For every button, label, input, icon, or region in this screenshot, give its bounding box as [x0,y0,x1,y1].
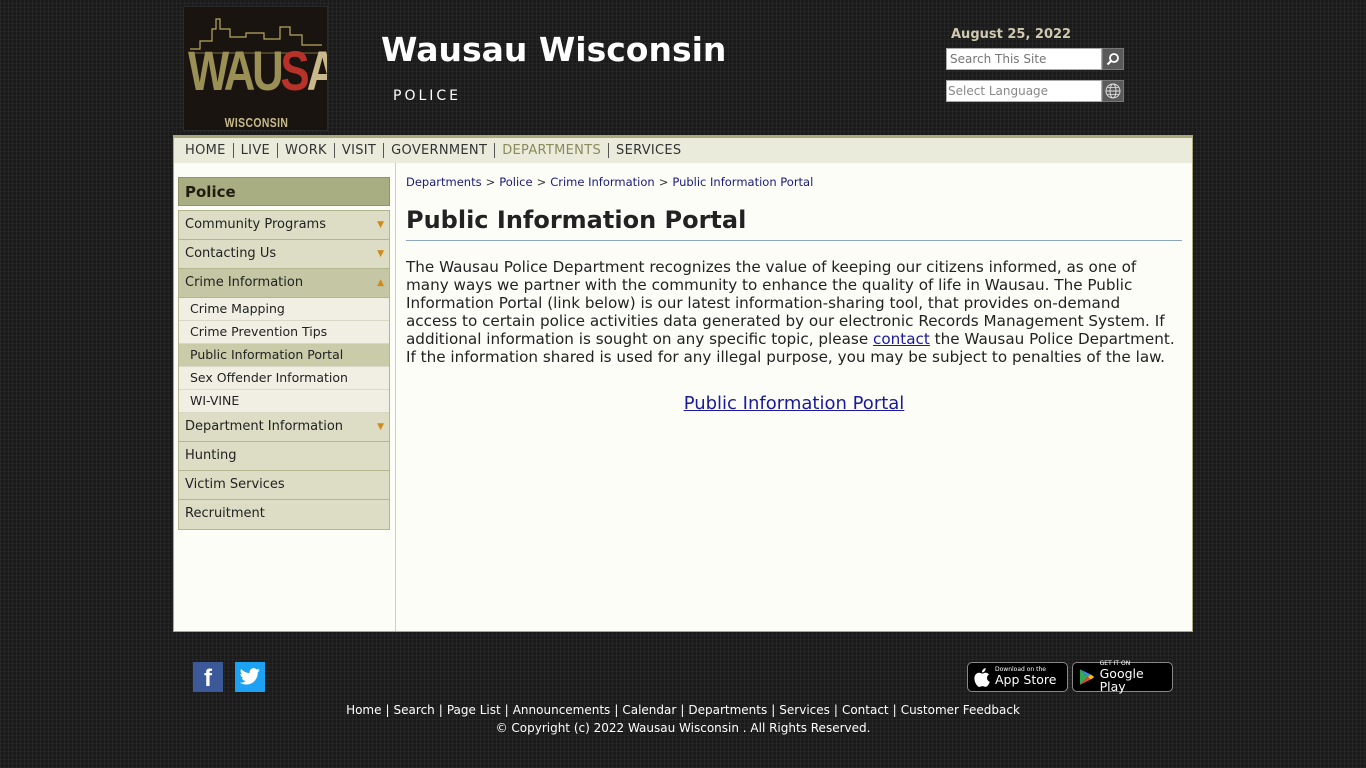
site-subtitle: POLICE [393,88,462,104]
nav-work[interactable]: WORK [278,143,335,158]
sidebar-subitem-crime-prevention-tips[interactable]: Crime Prevention Tips [179,321,389,344]
sidebar-subitem-crime-mapping[interactable]: Crime Mapping [179,298,389,321]
google-play-big-text: Google Play [1099,666,1144,694]
language-button[interactable] [1102,80,1124,102]
footer-link-departments[interactable]: Departments [688,703,767,717]
breadcrumb-crime-information[interactable]: Crime Information [550,175,654,189]
facebook-icon: f [204,665,212,692]
footer-links: Home | Search | Page List | Announcements | Cale… [346,703,1020,717]
chevron-up-icon[interactable]: ▲ [377,278,384,288]
nav-live[interactable]: LIVE [234,143,279,158]
sidebar-item-label: Department Information [185,419,344,434]
copyright-text: © Copyright (c) 2022 Wausau Wisconsin . … [495,721,871,735]
contact-link[interactable]: contact [873,330,930,348]
app-store-big-text: App Store [995,672,1057,688]
breadcrumb-public-information-portal[interactable]: Public Information Portal [672,175,813,189]
footer-link-page-list[interactable]: Page List [447,703,501,717]
sidebar-item-label: Hunting [185,448,237,463]
sidebar-item-label: Recruitment [185,506,265,521]
public-information-portal-link[interactable]: Public Information Portal [684,393,905,414]
sidebar-item-crime-information[interactable]: Crime Information ▲ [179,269,389,298]
sidebar: Police Community Programs ▼ Contacting U… [178,177,390,530]
sidebar-item-department-information[interactable]: Department Information ▼ [179,413,389,442]
sidebar-item-hunting[interactable]: Hunting [179,442,389,471]
facebook-link[interactable]: f [193,662,223,692]
site-title[interactable]: Wausau Wisconsin [381,30,726,69]
portal-link-container: Public Information Portal [406,393,1182,414]
sidebar-item-label: Crime Information [185,275,304,290]
nav-visit[interactable]: VISIT [335,143,385,158]
sidebar-item-victim-services[interactable]: Victim Services [179,471,389,500]
language-select[interactable]: Select Language [946,80,1102,102]
footer-link-contact[interactable]: Contact [842,703,889,717]
footer-link-announcements[interactable]: Announcements [513,703,611,717]
sidebar-subitem-sex-offender-information[interactable]: Sex Offender Information [179,367,389,390]
sidebar-subitem-wi-vine[interactable]: WI-VINE [179,390,389,413]
logo-subtitle: WISCONSIN [224,115,289,130]
footer-link-services[interactable]: Services [779,703,830,717]
nav-government[interactable]: GOVERNMENT [384,143,496,158]
sidebar-item-contacting-us[interactable]: Contacting Us ▼ [179,240,389,269]
breadcrumb: Departments > Police > Crime Information > Pub… [406,175,814,189]
chevron-down-icon[interactable]: ▼ [377,422,384,432]
nav-departments[interactable]: DEPARTMENTS [495,143,610,158]
sidebar-title[interactable]: Police [178,177,390,206]
column-divider [395,163,396,631]
footer-link-customer-feedback[interactable]: Customer Feedback [901,703,1020,717]
sidebar-item-community-programs[interactable]: Community Programs ▼ [179,211,389,240]
breadcrumb-police[interactable]: Police [499,175,532,189]
apple-icon [974,667,990,687]
main-container: HOME LIVE WORK VISIT GOVERNMENT DEPARTME… [173,135,1193,632]
globe-icon [1105,83,1121,99]
google-play-badge[interactable]: GET IT ON Google Play [1072,661,1173,694]
sidebar-subitem-public-information-portal[interactable]: Public Information Portal [179,344,389,367]
wausau-logo[interactable]: WAUSAU WISCONSIN [183,6,328,131]
chevron-down-icon[interactable]: ▼ [377,249,384,259]
sidebar-item-label: Victim Services [185,477,285,492]
current-date: August 25, 2022 [951,27,1072,42]
page-title: Public Information Portal [406,206,1182,241]
footer-link-calendar[interactable]: Calendar [622,703,676,717]
footer-link-home[interactable]: Home [346,703,381,717]
sidebar-item-label: Contacting Us [185,246,277,261]
body-paragraph: The Wausau Police Department recognizes … [406,258,1175,366]
sidebar-item-recruitment[interactable]: Recruitment [179,500,389,529]
search-button[interactable] [1102,48,1124,70]
nav-home[interactable]: HOME [178,143,234,158]
logo-wordmark: WAUSAU [188,39,327,102]
search-icon [1106,53,1119,66]
twitter-icon [239,668,260,685]
twitter-link[interactable] [235,662,265,692]
footer-link-search[interactable]: Search [394,703,435,717]
chevron-down-icon[interactable]: ▼ [377,220,384,230]
search-input[interactable] [946,48,1102,70]
app-store-badge[interactable]: Download on the App Store [967,662,1068,692]
top-nav: HOME LIVE WORK VISIT GOVERNMENT DEPARTME… [174,136,1192,163]
nav-services[interactable]: SERVICES [609,143,688,158]
sidebar-menu: Community Programs ▼ Contacting Us ▼ Cri… [178,210,390,530]
google-play-icon [1079,669,1094,685]
breadcrumb-departments[interactable]: Departments [406,175,482,189]
sidebar-item-label: Community Programs [185,217,326,232]
